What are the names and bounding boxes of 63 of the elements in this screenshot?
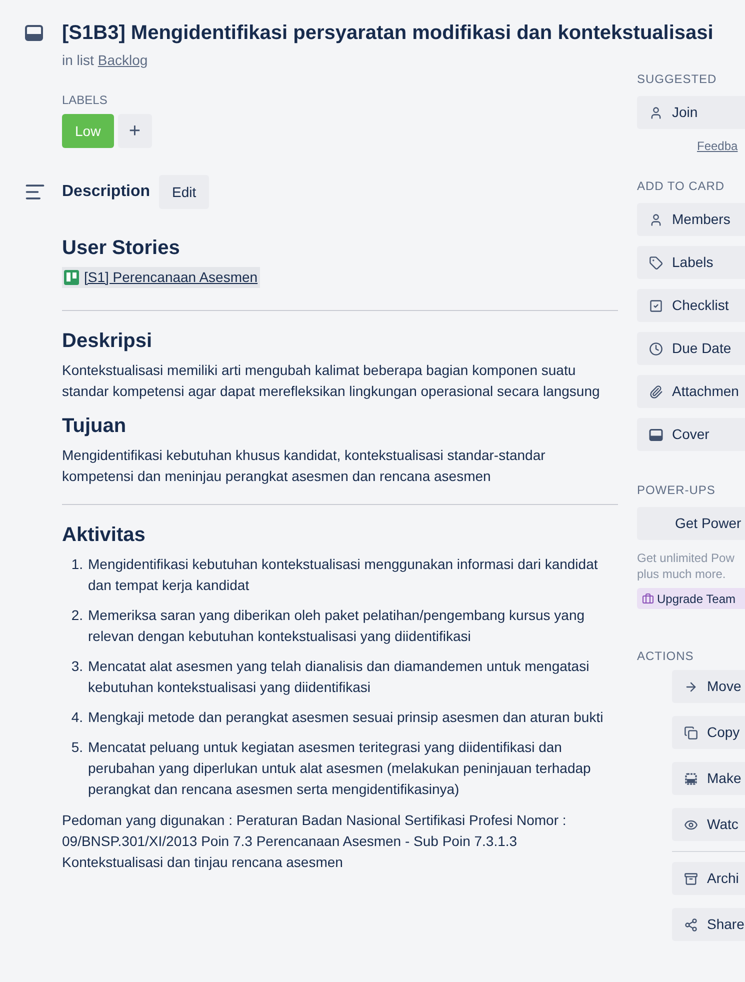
feedback-link[interactable]: Feedba [697, 137, 745, 155]
archive-icon [684, 872, 698, 886]
list-item: Mencatat peluang untuk kegiatan asesmen teritegrasi yang diidentifikasi dan perubahan yang diperlukan untuk alat asesmen (melakukan peninjauan terhadap perangkat dan rencana asesmen serta mengidentifikasinya) [88, 738, 592, 799]
sidebar-button[interactable]: Share [672, 908, 745, 941]
sidebar-heading: ADD TO CARD [637, 178, 726, 195]
eye-icon [684, 818, 698, 832]
sidebar-button[interactable]: Members [637, 203, 745, 236]
list-number: 3. [70, 657, 84, 676]
sidebar-button[interactable]: Labels [637, 246, 745, 279]
person-icon [649, 212, 663, 226]
add-label-button[interactable]: + [118, 114, 152, 148]
sidebar-button[interactable]: Copy [672, 716, 745, 749]
sidebar-button[interactable]: Due Date [637, 332, 745, 365]
paragraph: Mengidentifikasi kebutuhan khusus kandidat, kontekstualisasi standar-standar kompetensi dan meninjau perangkat asesmen dan rencana asesmen [62, 446, 546, 486]
sidebar-button[interactable]: Checklist [637, 289, 745, 322]
power-ups-note: plus much more. [637, 566, 727, 582]
sidebar-button[interactable]: Archi [672, 862, 745, 895]
list-number: 4. [70, 708, 84, 727]
edit-button[interactable]: Edit [159, 175, 210, 209]
template-icon [684, 772, 698, 786]
tag-icon [649, 256, 663, 270]
sidebar-button[interactable]: Cover [637, 418, 745, 451]
card-title: [S1B3] Mengidentifikasi persyaratan modifikasi dan kontekstualisasi [62, 21, 714, 46]
section-heading: Tujuan [62, 414, 128, 439]
sidebar-button[interactable]: Attachmen [637, 375, 745, 408]
list-item: Memeriksa saran yang diberikan oleh paket pelatihan/pengembang kursus yang relevan dengan kebutuhan kontekstualisasi yang diidentifikasi [88, 606, 586, 646]
briefcase-icon [642, 592, 654, 604]
paragraph: Pedoman yang digunakan : Peraturan Badan Nasional Sertifikasi Profesi Nomor : 09/BNSP.301/XI/2013 Poin 7.3 Perencanaan Asesmen - Sub Poin 7.3.1.3 Kontekstualisasi dan tinjau rencana asesmen [62, 811, 568, 872]
list-item: Mencatat alat asesmen yang telah dianalisis dan diamandemen untuk mengatasi kebutuhan kontekstualisasi yang diidentifikasi [88, 657, 590, 697]
share-icon [684, 918, 698, 932]
section-heading: Aktivitas [62, 523, 146, 548]
arrow-right-icon [684, 680, 698, 694]
list-link[interactable]: Backlog [98, 50, 148, 71]
copy-icon [684, 726, 698, 740]
sidebar-button[interactable]: Watc [672, 808, 745, 841]
checkbox-icon [649, 298, 663, 312]
sidebar-button[interactable]: Join [637, 96, 745, 129]
list-item: Mengkaji metode dan perangkat asesmen sesuai prinsip asesmen dan aturan bukti [88, 708, 604, 727]
list-caption: in list [62, 51, 94, 70]
list-item: Mengidentifikasi kebutuhan kontekstualisasi menggunakan informasi dari kandidat dan tempat kerja kandidat [88, 555, 599, 595]
list-number: 2. [70, 606, 84, 625]
list-number: 5. [70, 738, 84, 757]
paperclip-icon [649, 384, 663, 398]
power-ups-note: Get unlimited Pow [637, 550, 736, 566]
labels-heading: LABELS [62, 92, 108, 109]
sidebar-heading: SUGGESTED [637, 71, 718, 88]
card-icon [649, 428, 663, 440]
power-ups-button[interactable]: Get Power [637, 507, 745, 540]
description-heading: Description [62, 182, 150, 202]
sidebar-button[interactable]: Make [672, 762, 745, 795]
card-icon [25, 25, 43, 41]
board-icon [64, 270, 79, 285]
sidebar-button[interactable]: Move [672, 670, 745, 703]
clock-icon [649, 342, 663, 356]
upgrade-button[interactable]: Upgrade Team [637, 588, 745, 609]
section-heading: Deskripsi [62, 329, 154, 354]
section-heading: User Stories [62, 236, 181, 261]
person-icon [649, 106, 663, 120]
list-number: 1. [70, 555, 84, 574]
card-link[interactable]: [S1] Perencanaan Asesmen [62, 267, 260, 288]
sidebar-heading: ACTIONS [637, 648, 695, 665]
sidebar-heading: POWER-UPS [637, 482, 716, 499]
paragraph: Kontekstualisasi memiliki arti mengubah kalimat beberapa bagian komponen suatu standar kompetensi agar dapat merefleksikan lingkungan operasional secara langsung [62, 361, 601, 401]
